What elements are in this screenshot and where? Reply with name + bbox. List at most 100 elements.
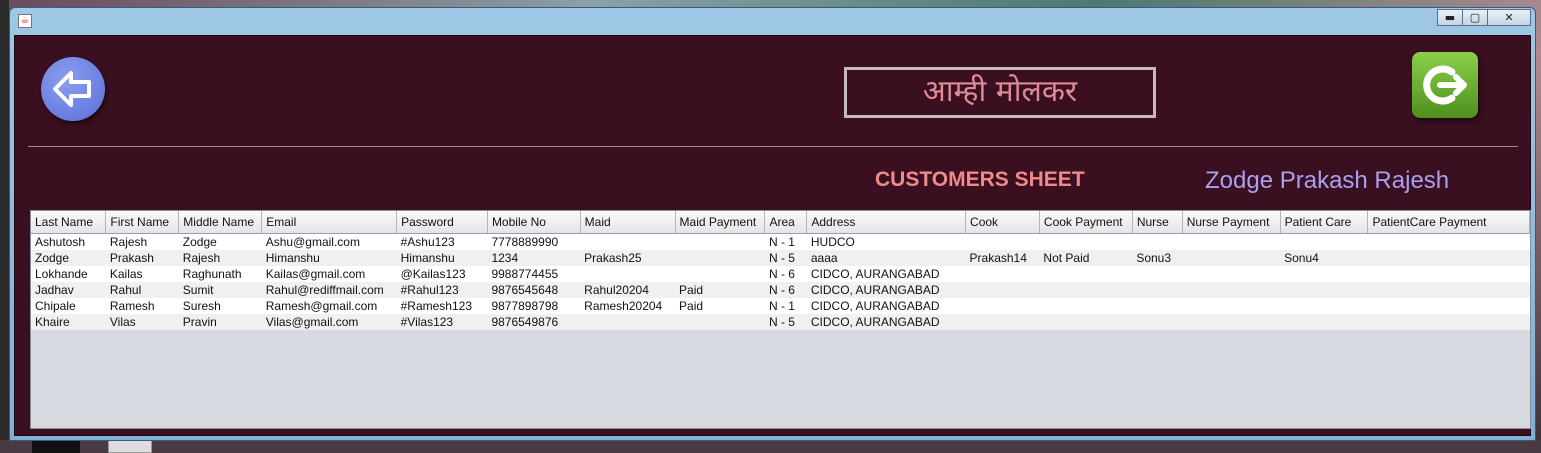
minimize-button[interactable]: ▬ [1437, 9, 1463, 26]
table-cell[interactable]: Vilas [105, 314, 179, 330]
table-cell[interactable] [1182, 314, 1281, 330]
table-cell[interactable]: Rahul20204 [580, 282, 676, 298]
table-cell[interactable]: Jadhav [31, 282, 106, 298]
table-cell[interactable]: Not Paid [1039, 250, 1133, 266]
table-cell[interactable] [1280, 266, 1368, 282]
table-cell[interactable]: 9877898798 [487, 298, 581, 314]
table-cell[interactable]: @Kailas123 [396, 266, 488, 282]
table-cell[interactable]: Paid [675, 282, 765, 298]
column-header[interactable]: Password [396, 211, 488, 234]
table-cell[interactable]: CIDCO, AURANGABAD [806, 282, 966, 298]
table-row[interactable]: Chipale Ramesh Suresh Ramesh@gmail.com #Rame… [31, 298, 1530, 314]
column-header[interactable]: Mobile No [487, 211, 581, 234]
table-cell[interactable]: aaaa [806, 250, 966, 266]
column-header[interactable]: Nurse [1132, 211, 1183, 234]
column-header[interactable]: Cook [965, 211, 1040, 234]
table-cell[interactable] [1367, 314, 1530, 330]
close-button[interactable]: ✕ [1487, 9, 1531, 26]
table-cell[interactable]: Sonu3 [1132, 250, 1183, 266]
table-cell[interactable] [1132, 266, 1183, 282]
table-row[interactable]: Ashutosh Rajesh Zodge Ashu@gmail.com #Ashu12… [31, 233, 1530, 250]
table-cell[interactable] [1039, 266, 1133, 282]
table-cell[interactable] [1182, 282, 1281, 298]
column-header[interactable]: Last Name [31, 211, 107, 234]
table-cell[interactable] [675, 233, 765, 250]
table-cell[interactable] [1182, 266, 1281, 282]
table-cell[interactable]: Kailas [105, 266, 179, 282]
column-header[interactable]: Address [806, 211, 967, 234]
table-cell[interactable] [1367, 250, 1530, 266]
table-cell[interactable] [1132, 314, 1183, 330]
table-cell[interactable] [1367, 298, 1530, 314]
table-cell[interactable]: 9988774455 [487, 266, 581, 282]
table-cell[interactable]: #Ramesh123 [396, 298, 488, 314]
table-cell[interactable] [1280, 314, 1368, 330]
table-cell[interactable]: Prakash14 [965, 250, 1040, 266]
table-cell[interactable]: Sonu4 [1280, 250, 1368, 266]
table-cell[interactable]: Rajesh [178, 250, 262, 266]
column-header[interactable]: Maid [580, 211, 676, 234]
table-cell[interactable] [1182, 233, 1281, 250]
table-cell[interactable]: Kailas@gmail.com [261, 266, 397, 282]
column-header[interactable]: PatientCare Payment [1367, 211, 1530, 234]
table-cell[interactable]: 1234 [487, 250, 581, 266]
table-cell[interactable] [1039, 314, 1133, 330]
table-cell[interactable]: Ashutosh [31, 233, 106, 250]
title-bar[interactable]: ☕ ▬ ▢ ✕ [10, 8, 1535, 35]
column-header[interactable]: Nurse Payment [1182, 211, 1281, 234]
customers-table[interactable]: Last Name First Name Middle Name Email Passw… [30, 210, 1531, 429]
table-row[interactable]: Khaire Vilas Pravin Vilas@gmail.com #Vilas12… [31, 314, 1530, 330]
table-cell[interactable]: Himanshu [396, 250, 488, 266]
table-cell[interactable]: Himanshu [261, 250, 397, 266]
table-cell[interactable]: N - 6 [764, 266, 807, 282]
table-cell[interactable] [1132, 233, 1183, 250]
table-cell[interactable] [1182, 298, 1281, 314]
column-header[interactable]: Patient Care [1280, 211, 1369, 234]
table-cell[interactable]: CIDCO, AURANGABAD [806, 266, 966, 282]
table-cell[interactable]: Rajesh [105, 233, 179, 250]
table-cell[interactable]: CIDCO, AURANGABAD [806, 298, 966, 314]
table-cell[interactable] [1367, 282, 1530, 298]
logout-button[interactable] [1412, 52, 1478, 118]
table-cell[interactable] [1182, 250, 1281, 266]
table-cell[interactable] [1280, 233, 1368, 250]
table-cell[interactable] [675, 314, 765, 330]
table-cell[interactable]: Zodge [178, 233, 262, 250]
table-cell[interactable]: N - 6 [764, 282, 807, 298]
table-row[interactable]: Zodge Prakash Rajesh Himanshu Himanshu 1234 Pr… [31, 250, 1530, 266]
table-cell[interactable]: #Vilas123 [396, 314, 488, 330]
table-cell[interactable]: 9876545648 [487, 282, 581, 298]
table-cell[interactable]: Ramesh [105, 298, 179, 314]
table-cell[interactable]: HUDCO [806, 233, 966, 250]
table-cell[interactable] [1132, 298, 1183, 314]
java-cup-icon[interactable]: ☕ [18, 14, 32, 28]
table-cell[interactable]: 9876549876 [487, 314, 581, 330]
table-cell[interactable] [580, 233, 676, 250]
table-cell[interactable]: Rahul@rediffmail.com [261, 282, 397, 298]
table-cell[interactable]: Sumit [178, 282, 262, 298]
table-cell[interactable]: Paid [675, 298, 765, 314]
table-cell[interactable] [1039, 298, 1133, 314]
table-cell[interactable]: N - 1 [764, 298, 807, 314]
table-cell[interactable]: N - 1 [764, 233, 807, 250]
table-row[interactable]: Jadhav Rahul Sumit Rahul@rediffmail.com #Rah… [31, 282, 1530, 298]
table-cell[interactable]: Raghunath [178, 266, 262, 282]
table-cell[interactable]: Prakash [105, 250, 179, 266]
table-cell[interactable]: Ramesh20204 [580, 298, 676, 314]
column-header[interactable]: First Name [105, 211, 180, 234]
table-cell[interactable]: N - 5 [764, 250, 807, 266]
table-cell[interactable] [1367, 266, 1530, 282]
table-cell[interactable] [580, 266, 676, 282]
column-header[interactable]: Email [261, 211, 398, 234]
table-cell[interactable] [580, 314, 676, 330]
table-cell[interactable]: Suresh [178, 298, 262, 314]
table-cell[interactable]: Pravin [178, 314, 262, 330]
table-cell[interactable] [1280, 298, 1368, 314]
column-header[interactable]: Area [764, 211, 808, 234]
customers-table-grid[interactable]: Last Name First Name Middle Name Email Passw… [31, 211, 1530, 330]
column-header[interactable]: Middle Name [178, 211, 263, 234]
table-cell[interactable] [965, 266, 1040, 282]
table-cell[interactable] [1039, 282, 1133, 298]
table-cell[interactable] [965, 314, 1040, 330]
table-cell[interactable]: Rahul [105, 282, 179, 298]
